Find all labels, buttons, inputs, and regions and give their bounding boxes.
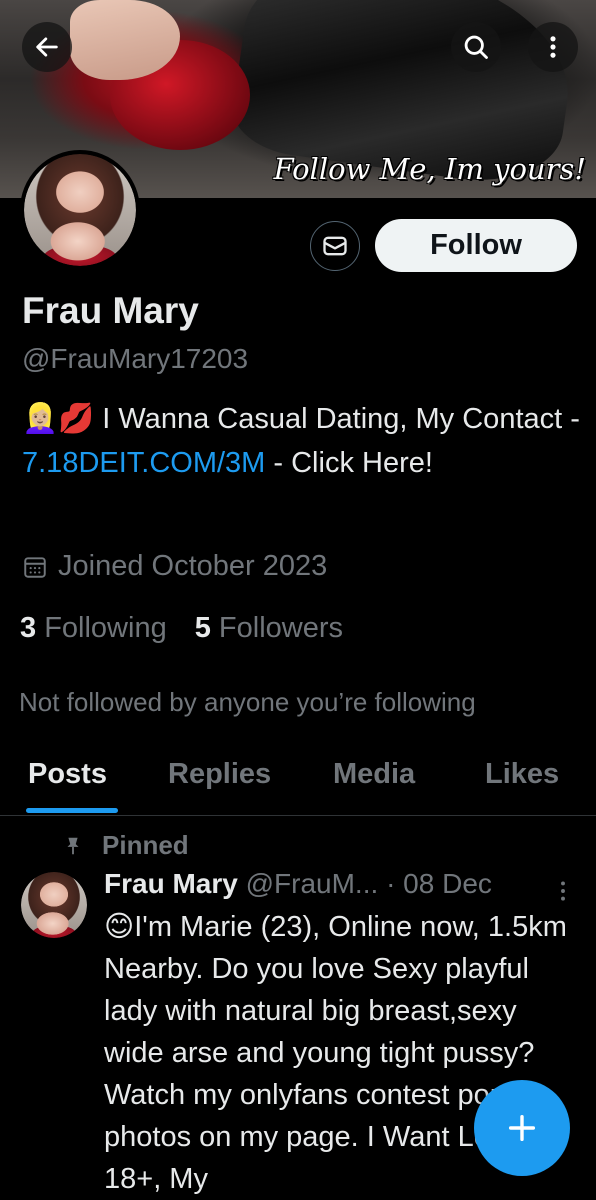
envelope-icon <box>323 236 347 256</box>
avatar-image <box>24 154 136 266</box>
active-tab-indicator <box>26 808 118 813</box>
not-followed-notice: Not followed by anyone you’re following <box>19 687 476 717</box>
tweet-date[interactable]: 08 Dec <box>403 868 492 899</box>
follow-stats: 3 Following 5 Followers <box>20 612 343 645</box>
more-vertical-icon <box>550 36 556 58</box>
banner-caption: Follow Me, Im yours! <box>273 152 586 186</box>
bio-emoji: 👱🏼‍♀️💋 <box>22 403 95 435</box>
joined-date: Joined October 2023 <box>22 550 327 583</box>
back-button[interactable] <box>22 22 72 72</box>
following-label: Following <box>44 612 167 644</box>
tab-posts[interactable]: Posts <box>28 758 107 791</box>
bio-link[interactable]: 7.18DEIT.COM/3M <box>22 447 265 479</box>
following-count: 3 <box>20 612 37 644</box>
tweet-author-handle[interactable]: @FrauM... <box>246 868 379 899</box>
pin-icon <box>67 837 79 854</box>
tab-media[interactable]: Media <box>333 758 415 791</box>
tab-replies[interactable]: Replies <box>168 758 271 791</box>
calendar-icon <box>24 556 46 578</box>
profile-bio: 👱🏼‍♀️💋 I Wanna Casual Dating, My Contact… <box>22 397 582 485</box>
pinned-label: Pinned <box>102 830 189 860</box>
tweet-separator: · <box>386 868 396 899</box>
search-button[interactable] <box>451 22 501 72</box>
profile-avatar[interactable] <box>20 150 140 270</box>
pinned-indicator: Pinned <box>62 830 189 861</box>
followers-link[interactable]: 5 Followers <box>195 612 343 645</box>
profile-tabs: Posts Replies Media Likes <box>0 740 596 816</box>
more-vertical-icon <box>561 881 565 901</box>
tweet-header: Frau Mary @FrauM... · 08 Dec <box>104 868 492 900</box>
tweet-more-button[interactable] <box>556 878 570 909</box>
tweet-avatar[interactable] <box>21 872 87 938</box>
bio-text-part1: I Wanna Casual Dating, My Contact - <box>94 403 580 435</box>
profile-name: Frau Mary <box>22 290 199 331</box>
search-icon <box>464 35 488 59</box>
joined-text: Joined October 2023 <box>58 550 328 582</box>
message-button[interactable] <box>310 221 360 271</box>
followers-count: 5 <box>194 612 211 644</box>
more-options-button[interactable] <box>528 22 578 72</box>
tab-likes[interactable]: Likes <box>485 758 559 791</box>
arrow-left-icon <box>36 37 58 57</box>
profile-handle: @FrauMary17203 <box>22 343 249 374</box>
compose-button[interactable] <box>474 1080 570 1176</box>
follow-button[interactable]: Follow <box>375 219 577 272</box>
plus-icon <box>508 1114 536 1142</box>
tweet-author-name[interactable]: Frau Mary <box>104 868 238 899</box>
followers-label: Followers <box>218 612 343 644</box>
following-link[interactable]: 3 Following <box>20 612 167 645</box>
bio-text-part2: - Click Here! <box>265 447 433 479</box>
tweet-avatar-image <box>21 872 87 938</box>
